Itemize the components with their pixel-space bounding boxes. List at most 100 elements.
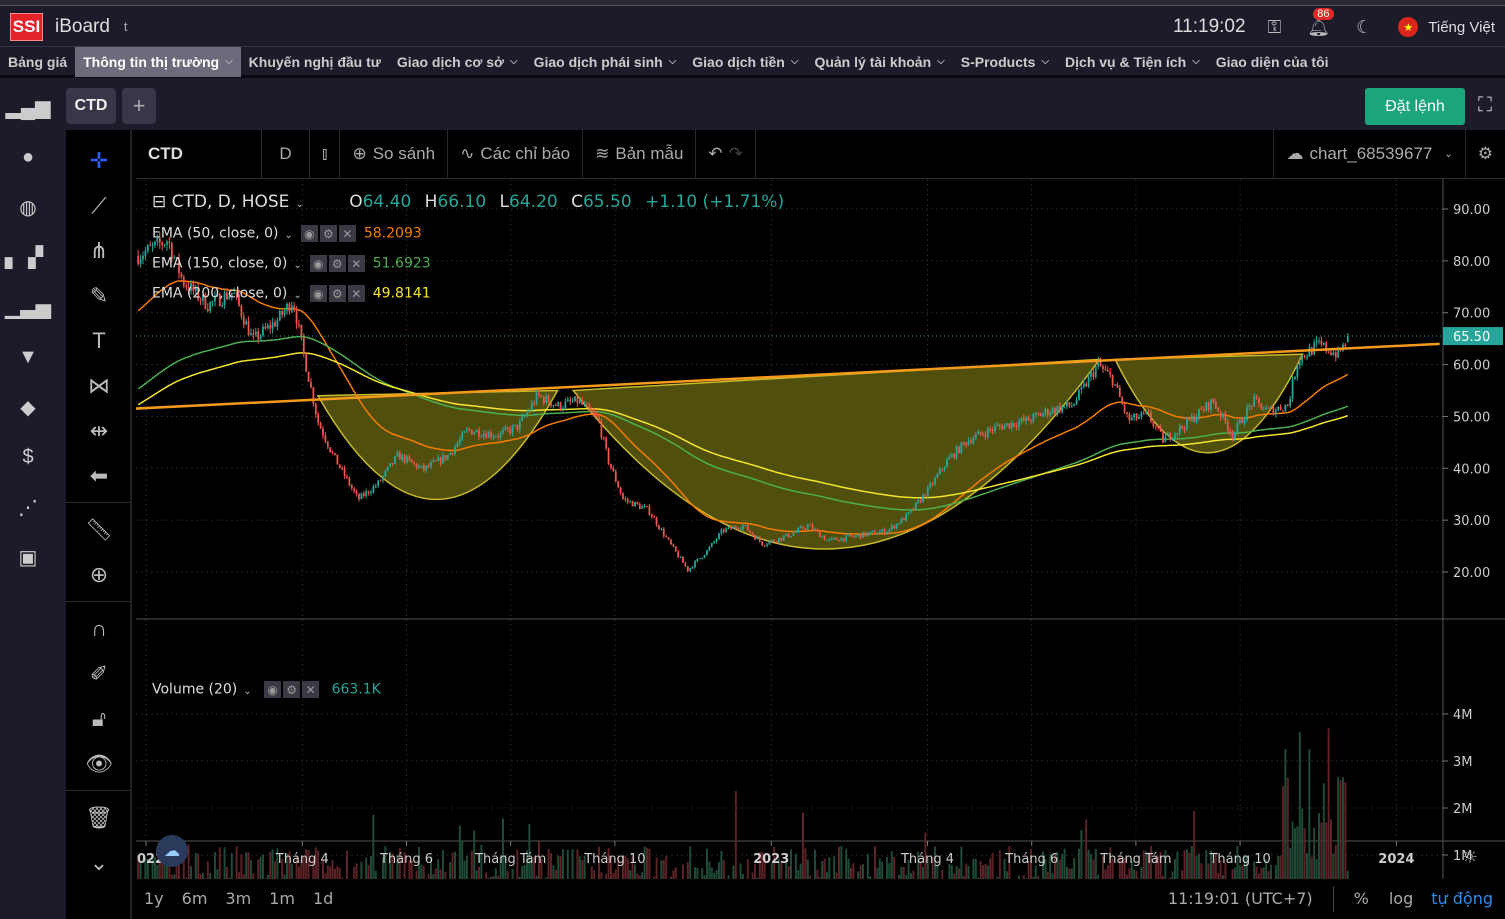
language-selector[interactable]: Tiếng Việt [1428,19,1495,36]
series-title[interactable]: CTD, D, HOSE [172,192,290,212]
settings-icon[interactable]: ⚙ [328,285,346,302]
range-button-6m[interactable]: 6m [182,889,208,908]
candle-body [955,446,958,458]
bell-icon[interactable]: 🔔︎ 86 [1307,7,1334,38]
indicators-label: Các chỉ báo [480,144,571,163]
nav-item[interactable]: Giao dịch tiền ⌵ [684,47,806,77]
tab-ctd[interactable]: CTD [66,88,116,124]
vietnam-flag-icon[interactable]: ★ [1398,17,1419,37]
crosshair-icon[interactable]: ✛ [66,138,132,183]
collapse-legend-icon[interactable]: ⊟ [152,192,166,212]
nav-item[interactable]: Quản lý tài khoản ⌵ [806,47,952,77]
indicator-label[interactable]: EMA (50, close, 0) [152,226,278,242]
nav-item[interactable]: S-Products ⌵ [953,47,1057,77]
compare-button[interactable]: ⊕ So sánh [340,129,449,179]
nav-item[interactable]: Bảng giá [0,47,75,77]
templates-button[interactable]: ≋ Bản mẫu [583,129,697,179]
percent-toggle[interactable]: % [1354,889,1369,908]
magnet-icon[interactable]: ∩ [66,606,132,651]
visibility-icon[interactable]: ◉ [264,681,282,698]
alert-icon[interactable]: ● [0,132,56,182]
lock-drawing-icon[interactable]: ✐ [66,651,132,696]
auto-scale-toggle[interactable]: tự động [1431,889,1493,908]
measure-tool-icon[interactable]: ⇹ [66,408,132,453]
stats-icon[interactable]: ▖▗▘ [0,232,56,282]
tradingview-logo-icon[interactable]: ☁ [156,835,188,867]
key-icon[interactable]: ⚿ [1268,17,1282,38]
place-order-button[interactable]: Đặt lệnh [1365,88,1465,125]
cup-shape [316,389,559,501]
nav-item[interactable]: Thông tin thị trường ⌵ [75,46,241,77]
candle-body [614,471,617,482]
remove-icon[interactable]: ✕ [338,225,356,242]
nav-item[interactable]: Dịch vụ & Tiện ích ⌵ [1057,47,1208,77]
pitchfork-tool-icon[interactable]: ⋔ [66,228,132,273]
undo-icon[interactable]: ↶ [708,144,722,164]
symbol-search[interactable]: CTD [136,129,262,179]
indicator-legend-row: EMA (150, close, 0) ⌄ ◉ ⚙ ✕ 51.6923 [152,255,431,272]
eye-icon[interactable]: 👁︎ [66,741,132,786]
indicator-label[interactable]: EMA (200, close, 0) [152,286,287,302]
log-toggle[interactable]: log [1389,889,1413,908]
zoom-in-icon[interactable]: ⊕ [66,552,132,597]
volume-bar [561,849,564,879]
filter-icon[interactable]: ▼ [0,332,56,382]
settings-icon[interactable]: ⚙ [283,681,301,698]
remove-icon[interactable]: ✕ [302,681,320,698]
pattern-tool-icon[interactable]: ⋈ [66,363,132,408]
ssi-logo[interactable]: SSI [10,12,43,41]
moon-icon[interactable]: ☾ [1356,17,1372,38]
scatter-icon[interactable]: ⋰ [0,482,56,532]
axis-settings-icon[interactable]: ☼ [1462,847,1478,868]
indicators-button[interactable]: ∿ Các chỉ báo [448,129,584,179]
range-button-1m[interactable]: 1m [269,889,295,908]
bar-chart-icon[interactable]: ▂▄▆ [0,82,56,132]
interval-button[interactable]: D [262,129,310,179]
nav-item[interactable]: Khuyến nghị đầu tư [241,47,389,77]
current-time: 11:19:01 (UTC+7) [1167,889,1313,908]
ticket-icon[interactable]: ◆ [0,382,56,432]
unlock-icon[interactable]: 🔓︎ [66,696,132,741]
brush-tool-icon[interactable]: ✎ [66,273,132,318]
settings-icon[interactable]: ⚙ [1466,130,1505,179]
remove-icon[interactable]: ✕ [347,255,365,272]
nav-item[interactable]: Giao dịch phái sinh ⌵ [526,47,685,77]
indicator-label[interactable]: EMA (150, close, 0) [152,256,287,272]
volume-bar [218,847,221,879]
fullscreen-icon[interactable]: ⛶ [1478,94,1492,117]
remove-icon[interactable]: ✕ [347,285,365,302]
save-chart-button[interactable]: ☁ chart_68539677 ⌄ [1273,129,1466,179]
nav-label: Bảng giá [8,53,68,70]
visibility-icon[interactable]: ◉ [309,255,327,272]
range-button-1y[interactable]: 1y [144,889,164,908]
collapse-icon[interactable]: ⌄ [66,840,132,885]
trash-icon[interactable]: 🗑︎ [66,795,132,840]
report-icon[interactable]: ▣ [0,532,56,582]
volume-bar [660,860,663,879]
clock: 11:19:02 [1173,16,1246,37]
candle-body [612,468,615,472]
range-button-3m[interactable]: 3m [225,889,251,908]
volume-bar [1238,865,1241,879]
candle-body [1080,386,1083,390]
back-arrow-icon[interactable]: ⬅ [66,453,132,498]
text-tool-icon[interactable]: T [66,318,132,363]
range-button-1d[interactable]: 1d [313,889,333,908]
globe-icon[interactable]: ◍ [0,182,56,232]
candle-body [1171,438,1174,440]
visibility-icon[interactable]: ◉ [309,285,327,302]
ruler-icon[interactable]: 📏︎ [66,507,132,552]
money-icon[interactable]: $ [0,432,56,482]
settings-icon[interactable]: ⚙ [328,255,346,272]
redo-icon[interactable]: ↷ [729,144,743,164]
nav-item[interactable]: Giao dịch cơ sở ⌵ [389,47,526,77]
candle-body [624,498,627,500]
visibility-icon[interactable]: ◉ [300,225,318,242]
volume-label[interactable]: Volume (20) [152,682,237,698]
nav-item[interactable]: Giao diện của tôi [1208,47,1337,77]
analytics-icon[interactable]: ▁▃▅ [0,282,56,332]
add-tab-button[interactable]: + [122,88,156,124]
trendline-tool-icon[interactable]: ⟋ [66,183,132,228]
chart-type-icon[interactable]: ⫾ [310,129,341,179]
settings-icon[interactable]: ⚙ [319,225,337,242]
